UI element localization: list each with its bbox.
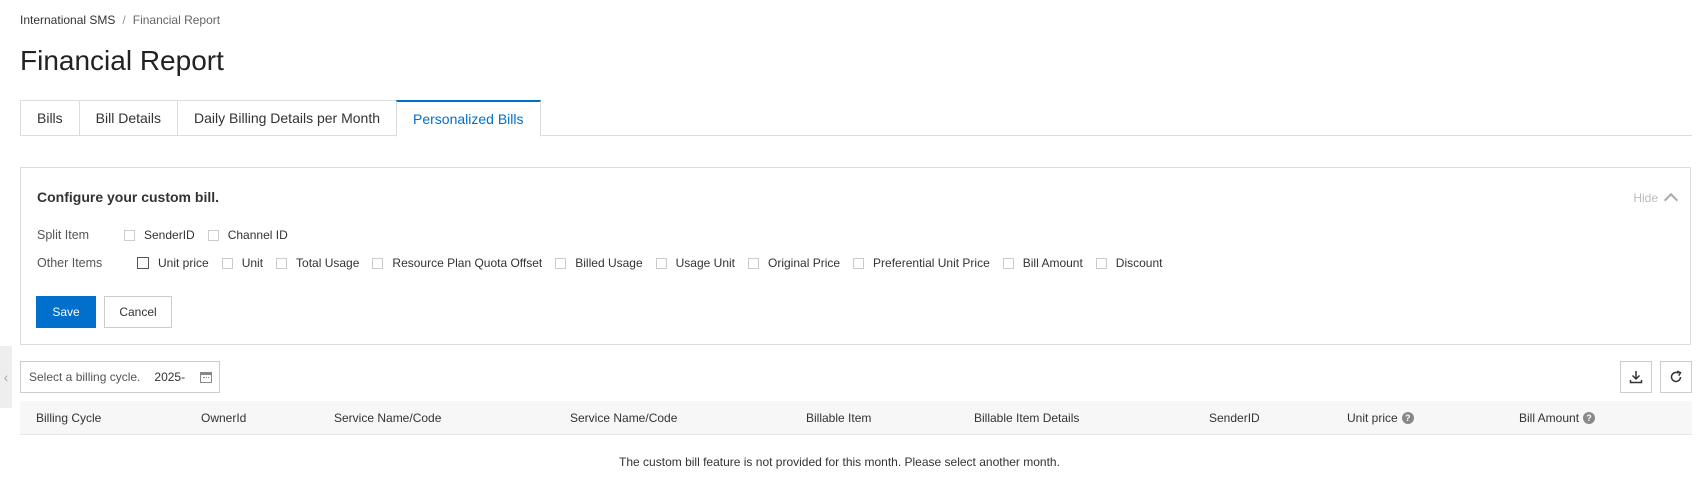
checkbox-unit[interactable]: Unit bbox=[221, 256, 264, 270]
cancel-button[interactable]: Cancel bbox=[104, 296, 172, 328]
checkbox-box[interactable] bbox=[748, 257, 760, 269]
refresh-icon bbox=[1670, 370, 1682, 383]
column-billable-item-details: Billable Item Details bbox=[974, 411, 1080, 425]
report-tabs: Bills Bill Details Daily Billing Details… bbox=[20, 100, 1692, 137]
checkbox-label: Billed Usage bbox=[575, 256, 643, 270]
checkbox-label: Resource Plan Quota Offset bbox=[392, 256, 543, 270]
calendar-icon[interactable] bbox=[200, 371, 213, 383]
checkbox-box[interactable] bbox=[137, 257, 149, 269]
checkbox-bill-amount[interactable]: Bill Amount bbox=[1002, 256, 1083, 270]
checkbox-usage-unit[interactable]: Usage Unit bbox=[655, 256, 736, 270]
save-button[interactable]: Save bbox=[36, 296, 96, 328]
column-bill-amount-label: Bill Amount bbox=[1519, 411, 1580, 425]
breadcrumb-separator: / bbox=[122, 13, 126, 27]
checkbox-label: Bill Amount bbox=[1022, 256, 1083, 270]
split-item-label: Split Item bbox=[37, 228, 90, 242]
download-icon bbox=[1629, 371, 1643, 384]
billing-cycle-placeholder: Select a billing cycle. bbox=[29, 370, 141, 384]
chevron-left-icon: ‹ bbox=[3, 369, 9, 385]
checkbox-channel-id[interactable]: Channel ID bbox=[207, 228, 288, 242]
hide-toggle[interactable]: Hide bbox=[1633, 190, 1679, 208]
empty-table-message: The custom bill feature is not provided … bbox=[619, 455, 1060, 469]
checkbox-label: Preferential Unit Price bbox=[873, 256, 990, 270]
column-senderid: SenderID bbox=[1209, 411, 1260, 425]
tab-bills[interactable]: Bills bbox=[20, 100, 79, 136]
checkbox-box[interactable] bbox=[1002, 257, 1014, 269]
checkbox-box[interactable] bbox=[124, 229, 135, 241]
collapse-handle[interactable]: ‹ bbox=[0, 346, 12, 408]
column-service-name-code: Service Name/Code bbox=[334, 411, 442, 425]
download-button[interactable] bbox=[1620, 361, 1652, 393]
checkbox-box[interactable] bbox=[221, 257, 233, 269]
column-billable-item: Billable Item bbox=[806, 411, 872, 425]
chevron-up-icon bbox=[1663, 192, 1679, 208]
checkbox-box[interactable] bbox=[853, 257, 865, 269]
checkbox-box[interactable] bbox=[276, 257, 288, 269]
checkbox-billed-usage[interactable]: Billed Usage bbox=[555, 256, 643, 270]
column-unit-price-label: Unit price bbox=[1347, 411, 1398, 425]
checkbox-senderid[interactable]: SenderID bbox=[124, 228, 195, 242]
checkbox-label: Channel ID bbox=[227, 228, 288, 242]
other-items-row: Other Items Unit price Unit Total Usage … bbox=[37, 256, 1175, 270]
column-service-name-code-2: Service Name/Code bbox=[570, 411, 678, 425]
column-ownerid: OwnerId bbox=[201, 411, 247, 425]
checkbox-label: SenderID bbox=[144, 228, 195, 242]
billing-cycle-value: 2025- bbox=[154, 370, 186, 384]
checkbox-box[interactable] bbox=[1095, 257, 1107, 269]
checkbox-resource-plan-quota-offset[interactable]: Resource Plan Quota Offset bbox=[372, 256, 542, 270]
tab-bill-details[interactable]: Bill Details bbox=[78, 100, 178, 136]
config-title: Configure your custom bill. bbox=[37, 189, 220, 205]
checkbox-unit-price[interactable]: Unit price bbox=[137, 256, 209, 270]
help-icon[interactable]: ? bbox=[1401, 412, 1414, 424]
checkbox-label: Total Usage bbox=[296, 256, 360, 270]
checkbox-label: Unit price bbox=[158, 256, 209, 270]
checkbox-label: Original Price bbox=[768, 256, 841, 270]
hide-label: Hide bbox=[1633, 190, 1658, 205]
checkbox-discount[interactable]: Discount bbox=[1095, 256, 1163, 270]
breadcrumb: International SMS / Financial Report bbox=[20, 13, 220, 27]
help-icon[interactable]: ? bbox=[1583, 412, 1596, 424]
breadcrumb-financial-report: Financial Report bbox=[132, 13, 221, 27]
checkbox-label: Unit bbox=[241, 256, 264, 270]
checkbox-box[interactable] bbox=[655, 257, 667, 269]
column-billing-cycle: Billing Cycle bbox=[36, 411, 102, 425]
checkbox-label: Usage Unit bbox=[675, 256, 736, 270]
checkbox-original-price[interactable]: Original Price bbox=[748, 256, 840, 270]
split-item-row: Split Item SenderID Channel ID bbox=[37, 228, 301, 242]
checkbox-box[interactable] bbox=[207, 229, 219, 241]
checkbox-box[interactable] bbox=[372, 257, 384, 269]
refresh-button[interactable] bbox=[1660, 361, 1692, 393]
checkbox-preferential-unit-price[interactable]: Preferential Unit Price bbox=[853, 256, 990, 270]
billing-cycle-picker[interactable]: Select a billing cycle. 2025- bbox=[20, 361, 220, 393]
page-title: Financial Report bbox=[20, 45, 224, 76]
tab-personalized-bills[interactable]: Personalized Bills bbox=[396, 100, 541, 137]
column-unit-price: Unit price ? bbox=[1347, 401, 1414, 435]
table-header: Billing Cycle OwnerId Service Name/Code … bbox=[20, 401, 1692, 435]
checkbox-box[interactable] bbox=[555, 257, 567, 269]
checkbox-label: Discount bbox=[1115, 256, 1163, 270]
breadcrumb-international-sms[interactable]: International SMS bbox=[20, 13, 115, 27]
tab-daily-billing-details[interactable]: Daily Billing Details per Month bbox=[177, 100, 396, 136]
custom-bill-config-panel: Configure your custom bill. Hide Split I… bbox=[20, 167, 1691, 345]
checkbox-total-usage[interactable]: Total Usage bbox=[276, 256, 359, 270]
column-bill-amount: Bill Amount ? bbox=[1519, 401, 1596, 435]
other-items-label: Other Items bbox=[37, 256, 103, 270]
